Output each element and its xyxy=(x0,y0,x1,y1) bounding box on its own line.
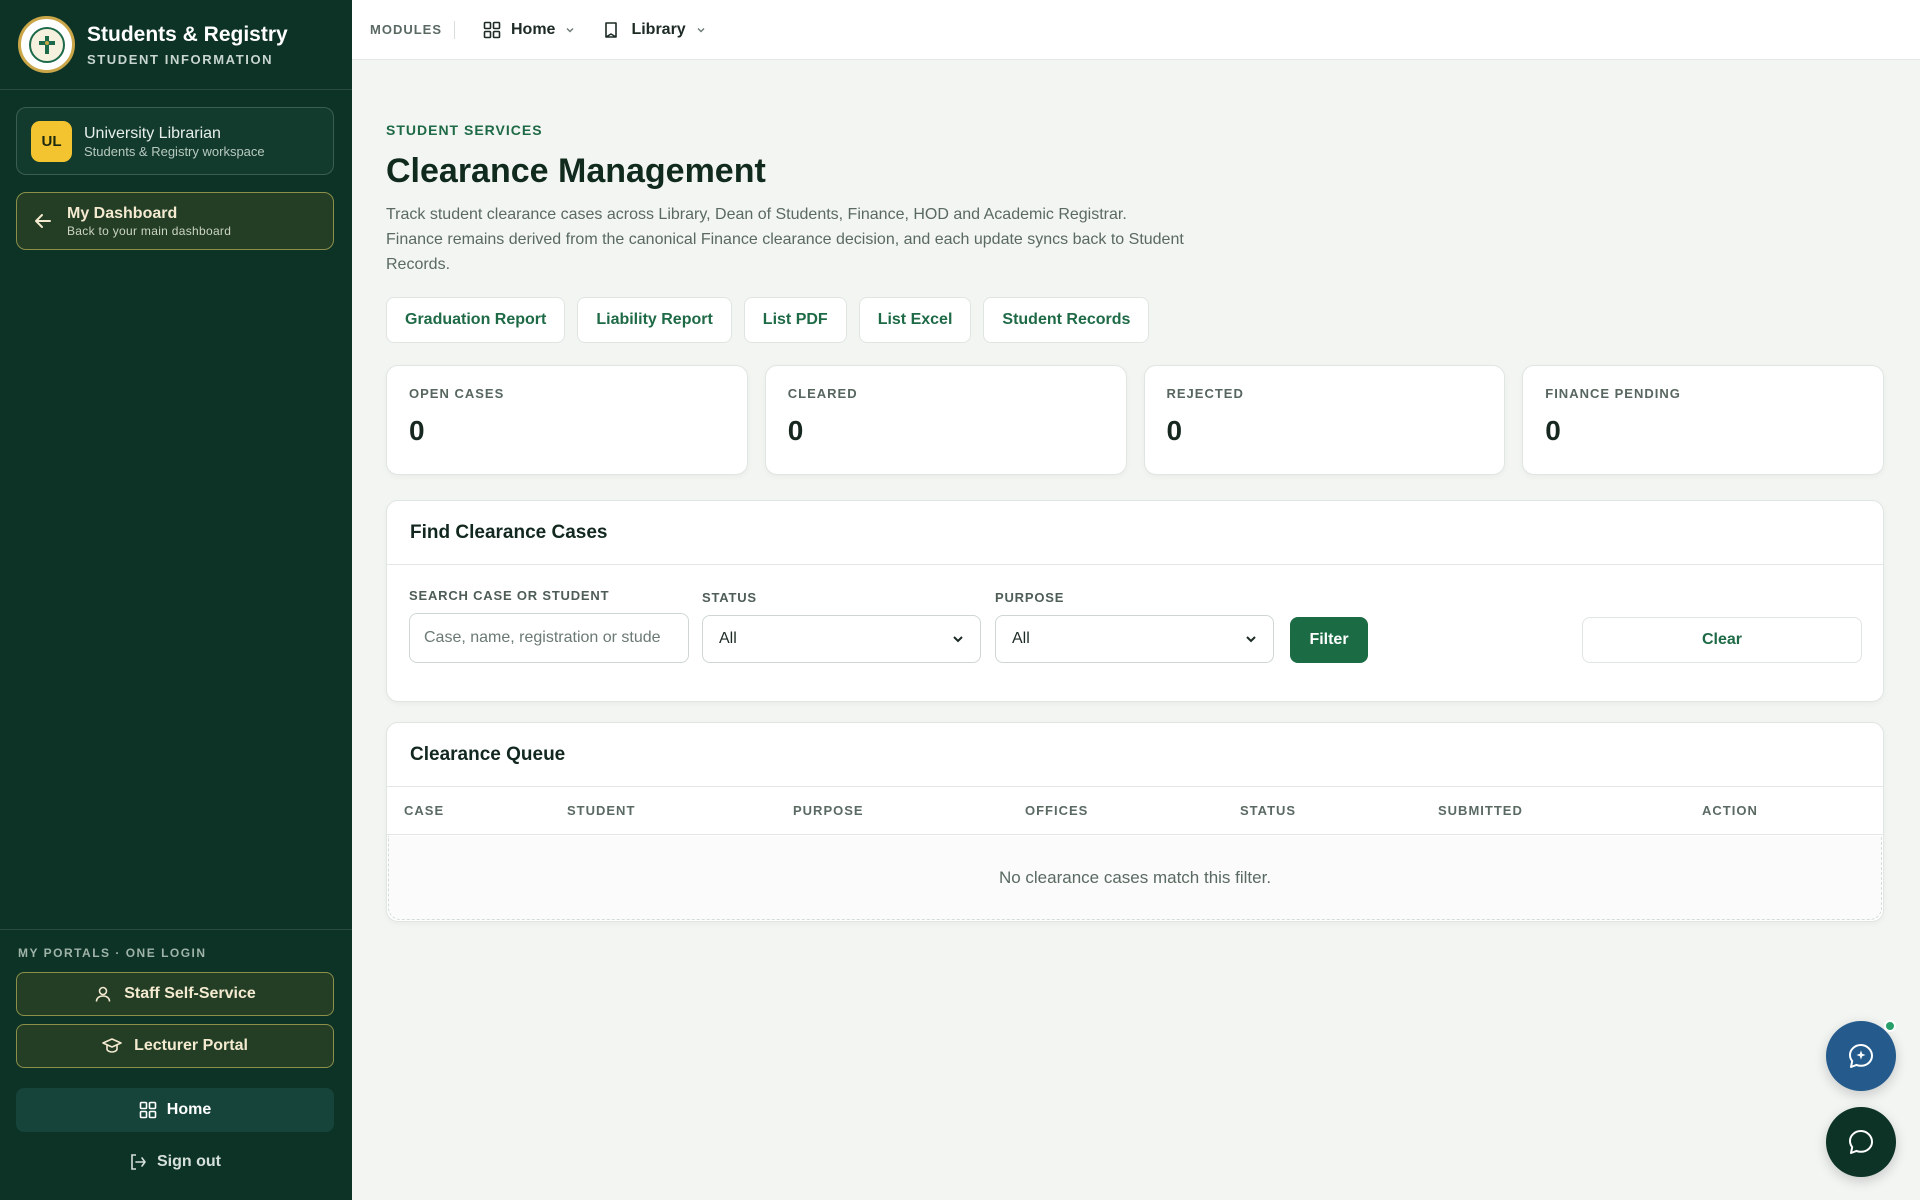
liability-report-button[interactable]: Liability Report xyxy=(577,297,732,343)
page-title: Clearance Management xyxy=(386,152,766,190)
empty-state: No clearance cases match this filter. xyxy=(388,836,1882,920)
list-excel-button[interactable]: List Excel xyxy=(858,297,972,343)
chat-sparkle-icon xyxy=(1849,1044,1873,1068)
chevron-down-icon xyxy=(697,27,705,32)
staff-self-service-button[interactable]: Staff Self-Service xyxy=(16,972,334,1016)
sign-out-label: Sign out xyxy=(157,1153,221,1170)
my-dashboard-button[interactable]: My Dashboard Back to your main dashboard xyxy=(16,192,334,250)
graduation-cap-icon xyxy=(102,1038,122,1053)
action-bar: Graduation Report Liability Report List … xyxy=(386,297,1150,343)
portals-section: MY PORTALS · ONE LOGIN xyxy=(0,929,352,960)
search-input[interactable]: Case, name, registration or stude xyxy=(409,613,689,663)
page-description: Track student clearance cases across Lib… xyxy=(386,206,1184,273)
stat-label: REJECTED xyxy=(1166,386,1244,401)
chat-button[interactable] xyxy=(1826,1107,1896,1177)
status-group: STATUS All xyxy=(702,590,981,663)
arrow-left-icon xyxy=(35,214,51,228)
top-bar: MODULES Home Library xyxy=(352,0,1920,60)
lecturer-portal-button[interactable]: Lecturer Portal xyxy=(16,1024,334,1068)
chat-bubble-icon xyxy=(1849,1130,1873,1154)
portals-label: MY PORTALS · ONE LOGIN xyxy=(18,946,207,960)
purpose-select[interactable]: All xyxy=(995,615,1274,663)
stat-card-open-cases: OPEN CASES 0 xyxy=(386,365,748,475)
avatar: UL xyxy=(31,120,72,162)
brand-header: Students & Registry STUDENT INFORMATION xyxy=(0,0,352,90)
stat-value: 0 xyxy=(787,415,804,446)
chevron-down-icon xyxy=(1246,636,1256,643)
staff-self-service-label: Staff Self-Service xyxy=(124,985,256,1002)
status-select[interactable]: All xyxy=(702,615,981,663)
top-nav-home-label: Home xyxy=(511,20,556,38)
stat-card-cleared: CLEARED 0 xyxy=(764,365,1127,475)
sign-out-icon xyxy=(131,1154,146,1170)
section-eyebrow: STUDENT SERVICES xyxy=(386,122,543,138)
student-records-button[interactable]: Student Records xyxy=(983,297,1150,343)
user-icon xyxy=(95,986,111,1002)
user-workspace: Students & Registry workspace xyxy=(84,143,265,159)
user-card[interactable]: UL University Librarian Students & Regis… xyxy=(16,107,334,175)
search-label: SEARCH CASE OR STUDENT xyxy=(409,588,610,603)
list-pdf-button[interactable]: List PDF xyxy=(743,297,847,343)
stat-label: FINANCE PENDING xyxy=(1545,386,1681,401)
column-student: STUDENT xyxy=(567,803,636,818)
dashboard-title: My Dashboard xyxy=(67,205,178,222)
chevron-down-icon xyxy=(953,636,963,643)
top-nav-home[interactable]: Home xyxy=(483,21,575,39)
stat-value: 0 xyxy=(409,415,425,446)
stat-card-rejected: REJECTED 0 xyxy=(1143,365,1506,475)
search-group: SEARCH CASE OR STUDENT Case, name, regis… xyxy=(409,588,689,663)
column-purpose: PURPOSE xyxy=(793,803,864,818)
purpose-label: PURPOSE xyxy=(995,590,1065,605)
sidebar-home-button[interactable]: Home xyxy=(16,1088,334,1132)
status-value: All xyxy=(719,630,737,647)
chevron-down-icon xyxy=(566,27,574,32)
clearance-queue-title: Clearance Queue xyxy=(387,723,1883,787)
stats-row: OPEN CASES 0 CLEARED 0 REJECTED 0 FINANC… xyxy=(386,365,1884,475)
find-cases-panel: Find Clearance Cases SEARCH CASE OR STUD… xyxy=(386,500,1884,702)
dashboard-subtitle: Back to your main dashboard xyxy=(67,224,232,238)
find-cases-title: Find Clearance Cases xyxy=(387,501,1883,565)
stat-label: CLEARED xyxy=(787,386,858,401)
grid-icon xyxy=(139,1101,157,1119)
column-case: CASE xyxy=(404,803,445,818)
book-icon xyxy=(605,21,618,38)
crest-icon xyxy=(38,35,55,54)
clearance-queue-panel: Clearance Queue CASE STUDENT PURPOSE OFF… xyxy=(386,722,1884,922)
ai-assistant-button[interactable] xyxy=(1826,1021,1896,1091)
purpose-group: PURPOSE All xyxy=(995,590,1274,663)
column-action: ACTION xyxy=(1702,803,1758,818)
sidebar-home-label: Home xyxy=(166,1101,212,1118)
user-name: University Librarian xyxy=(84,124,221,142)
column-offices: OFFICES xyxy=(1025,803,1089,818)
top-nav-library-label: Library xyxy=(631,20,686,38)
status-label: STATUS xyxy=(702,590,757,605)
stat-card-finance-pending: FINANCE PENDING 0 xyxy=(1522,365,1884,475)
stat-value: 0 xyxy=(1545,415,1561,446)
stat-label: OPEN CASES xyxy=(409,386,505,401)
column-submitted: SUBMITTED xyxy=(1438,803,1523,818)
lecturer-portal-label: Lecturer Portal xyxy=(134,1037,248,1054)
table-header: CASE STUDENT PURPOSE OFFICES STATUS SUBM… xyxy=(387,787,1883,835)
clear-button[interactable]: Clear xyxy=(1582,617,1862,663)
column-status: STATUS xyxy=(1240,803,1297,818)
sidebar: Students & Registry STUDENT INFORMATION … xyxy=(0,0,352,1200)
online-indicator xyxy=(1884,1020,1896,1032)
grid-icon xyxy=(483,21,501,38)
purpose-value: All xyxy=(1012,630,1030,647)
sign-out-button[interactable]: Sign out xyxy=(16,1142,334,1182)
top-nav-library[interactable]: Library xyxy=(603,21,705,39)
filter-button[interactable]: Filter xyxy=(1290,617,1368,663)
brand-title: Students & Registry xyxy=(87,23,288,46)
stat-value: 0 xyxy=(1166,415,1183,446)
brand-subtitle: STUDENT INFORMATION xyxy=(87,52,274,67)
modules-label: MODULES xyxy=(370,20,455,39)
graduation-report-button[interactable]: Graduation Report xyxy=(386,297,566,343)
university-logo xyxy=(18,16,75,73)
